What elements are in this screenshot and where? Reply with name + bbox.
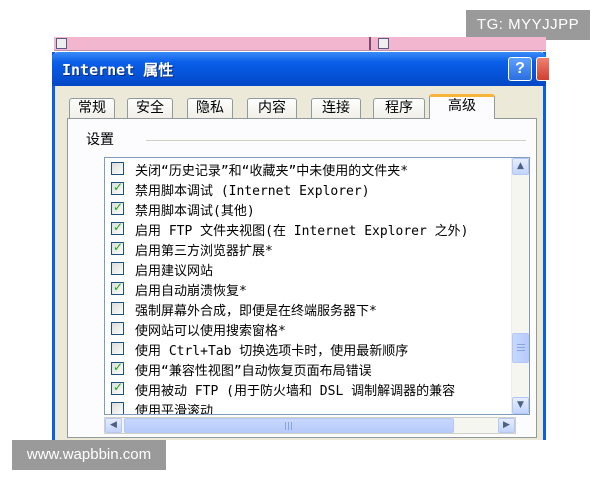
settings-row[interactable]: ✓ 启用 FTP 文件夹视图(在 Internet Explorer 之外) <box>105 219 512 239</box>
grip-icon <box>285 422 293 430</box>
tab-security[interactable]: 安全 <box>127 98 173 118</box>
checkmark-icon: ✓ <box>113 200 124 214</box>
checkbox[interactable] <box>111 322 124 335</box>
tab-advanced[interactable]: 高级 <box>429 94 495 119</box>
advanced-tab-panel: 设置 关闭“历史记录”和“收藏夹”中未使用的文件夹* ✓ 禁用脚本调试 (Inter… <box>67 118 537 438</box>
setting-label: 启用 FTP 文件夹视图(在 Internet Explorer 之外) <box>135 223 469 239</box>
settings-row[interactable]: 关闭“历史记录”和“收藏夹”中未使用的文件夹* <box>105 159 512 179</box>
settings-row[interactable]: ✓ 使用“兼容性视图”自动恢复页面布局错误 <box>105 359 512 379</box>
setting-label: 使用 Ctrl+Tab 切换选项卡时，使用最新顺序 <box>135 343 409 359</box>
background-icon <box>378 38 389 49</box>
background-icon <box>56 38 67 49</box>
settings-row[interactable]: 启用建议网站 <box>105 259 512 279</box>
setting-label: 禁用脚本调试(其他) <box>135 203 255 219</box>
checkbox[interactable] <box>111 262 124 275</box>
settings-row[interactable]: ✓ 禁用脚本调试(其他) <box>105 199 512 219</box>
setting-label: 使网站可以使用搜索窗格* <box>135 323 286 339</box>
tab-general[interactable]: 常规 <box>69 98 115 118</box>
title-bar[interactable]: Internet 属性 ? <box>52 52 549 86</box>
scroll-right-icon[interactable]: ▶ <box>498 418 515 433</box>
tab-connections[interactable]: 连接 <box>311 98 361 118</box>
checkbox[interactable] <box>111 302 124 315</box>
checkbox[interactable]: ✓ <box>111 180 124 195</box>
checkmark-icon: ✓ <box>113 180 124 194</box>
scroll-up-icon[interactable]: ▲ <box>512 158 529 175</box>
checkmark-icon: ✓ <box>113 360 124 374</box>
scroll-down-icon[interactable]: ▼ <box>512 397 529 414</box>
group-divider <box>146 140 526 141</box>
checkbox[interactable] <box>111 402 124 414</box>
setting-label: 强制屏幕外合成，即便是在终端服务器下* <box>135 303 377 319</box>
horizontal-scrollbar[interactable]: ◀ ▶ <box>104 417 516 434</box>
setting-label: 启用自动崩溃恢复* <box>135 283 247 299</box>
setting-label: 使用平滑滚动 <box>135 403 214 415</box>
checkbox[interactable]: ✓ <box>111 380 124 395</box>
scroll-left-icon[interactable]: ◀ <box>105 418 122 433</box>
tab-privacy[interactable]: 隐私 <box>187 98 233 118</box>
checkbox[interactable] <box>111 162 124 175</box>
checkbox[interactable]: ✓ <box>111 280 124 295</box>
watermark-bottom: www.wapbbin.com <box>12 440 166 470</box>
setting-label: 使用被动 FTP (用于防火墙和 DSL 调制解调器的兼容 <box>135 383 456 399</box>
checkbox[interactable]: ✓ <box>111 220 124 235</box>
checkmark-icon: ✓ <box>113 240 124 254</box>
background-window-strip <box>54 37 546 51</box>
close-button[interactable] <box>536 57 549 81</box>
setting-label: 使用“兼容性视图”自动恢复页面布局错误 <box>135 363 372 379</box>
background-separator <box>369 37 371 50</box>
window-title: Internet 属性 <box>62 61 174 79</box>
tab-programs[interactable]: 程序 <box>373 98 425 118</box>
settings-list[interactable]: 关闭“历史记录”和“收藏夹”中未使用的文件夹* ✓ 禁用脚本调试 (Internet… <box>104 157 530 415</box>
vertical-scrollbar[interactable]: ▲ ▼ <box>511 158 529 414</box>
watermark-top: TG: MYYJJPP <box>466 10 590 40</box>
settings-row[interactable]: 使用平滑滚动 <box>105 399 512 415</box>
settings-group-label: 设置 <box>86 132 114 148</box>
settings-row[interactable]: ✓ 禁用脚本调试 (Internet Explorer) <box>105 179 512 199</box>
help-button[interactable]: ? <box>508 57 532 81</box>
checkmark-icon: ✓ <box>113 380 124 394</box>
settings-row[interactable]: ✓ 启用第三方浏览器扩展* <box>105 239 512 259</box>
checkbox[interactable]: ✓ <box>111 360 124 375</box>
checkbox[interactable] <box>111 342 124 355</box>
grip-icon <box>517 344 525 352</box>
horizontal-scroll-thumb[interactable] <box>124 418 454 433</box>
settings-row[interactable]: 使网站可以使用搜索窗格* <box>105 319 512 339</box>
setting-label: 禁用脚本调试 (Internet Explorer) <box>135 183 370 199</box>
vertical-scroll-thumb[interactable] <box>512 333 529 363</box>
tab-content[interactable]: 内容 <box>247 98 297 118</box>
settings-row[interactable]: 强制屏幕外合成，即便是在终端服务器下* <box>105 299 512 319</box>
setting-label: 启用第三方浏览器扩展* <box>135 243 273 259</box>
settings-row[interactable]: 使用 Ctrl+Tab 切换选项卡时，使用最新顺序 <box>105 339 512 359</box>
settings-row[interactable]: ✓ 启用自动崩溃恢复* <box>105 279 512 299</box>
checkbox[interactable]: ✓ <box>111 240 124 255</box>
checkmark-icon: ✓ <box>113 280 124 294</box>
checkmark-icon: ✓ <box>113 220 124 234</box>
internet-properties-dialog: Internet 属性 ? 常规 安全 隐私 内容 连接 程序 高级 设置 关闭… <box>52 52 549 440</box>
setting-label: 启用建议网站 <box>135 263 214 279</box>
checkbox[interactable]: ✓ <box>111 200 124 215</box>
setting-label: 关闭“历史记录”和“收藏夹”中未使用的文件夹* <box>135 163 409 179</box>
settings-row[interactable]: ✓ 使用被动 FTP (用于防火墙和 DSL 调制解调器的兼容 <box>105 379 512 399</box>
